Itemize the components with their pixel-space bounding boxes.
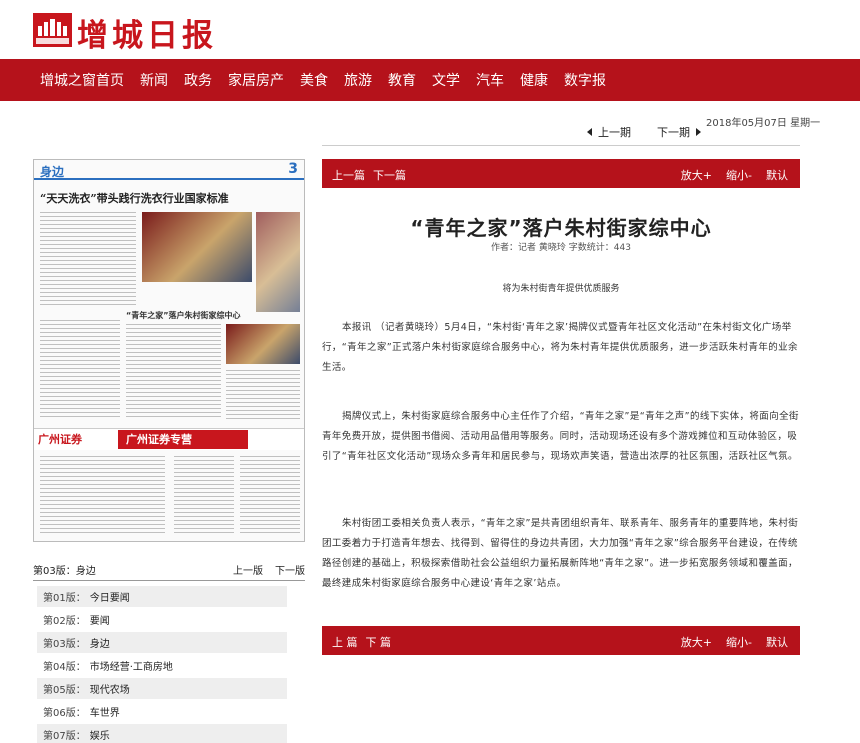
thumb-page-number: 3 xyxy=(288,161,298,177)
edition-item[interactable]: 第01版： 今日要闻 xyxy=(37,586,287,607)
nav-news[interactable]: 新闻 xyxy=(140,70,168,90)
thumb-text-block xyxy=(126,324,221,419)
nav-travel[interactable]: 旅游 xyxy=(344,70,372,90)
thumb-photo xyxy=(142,212,252,282)
next-issue-link[interactable]: 下一期 xyxy=(657,124,701,140)
edition-item[interactable]: 第03版： 身边 xyxy=(37,632,287,653)
edition-item[interactable]: 第04版： 市场经营·工商房地 xyxy=(37,655,287,676)
article-paragraph: 本报讯 （记者黄晓玲）5月4日，“朱村街‘青年之家’揭牌仪式暨青年社区文化活动”… xyxy=(322,322,798,373)
issue-date: 2018年05月07日 星期一 xyxy=(706,118,821,129)
thumb-text-block xyxy=(40,456,165,536)
prev-article-link[interactable]: 上 篇 xyxy=(332,634,358,650)
thumb-photo xyxy=(226,324,300,364)
next-edition-link[interactable]: 下一版 xyxy=(275,562,305,577)
nav-food[interactable]: 美食 xyxy=(300,70,328,90)
edition-bar: 第03版：身边 上一版 下一版 xyxy=(33,559,305,581)
default-size-button[interactable]: 默认 xyxy=(766,634,788,650)
site-logo-text[interactable]: 增城日报 xyxy=(77,10,217,55)
article-subtitle: 将为朱村街青年提供优质服务 xyxy=(502,284,620,294)
thumb-text-block xyxy=(40,212,136,307)
article-paragraph: 朱村街团工委相关负责人表示，“青年之家”是共青团组织青年、联系青年、服务青年的重… xyxy=(322,518,799,589)
thumb-text-block xyxy=(174,456,234,536)
edition-list: 第01版： 今日要闻 第02版： 要闻 第03版： 身边 第04版： 市场经营·工商房地… xyxy=(37,586,287,743)
prev-article-link[interactable]: 上一篇 xyxy=(332,167,365,183)
nav-government[interactable]: 政务 xyxy=(184,70,212,90)
edition-pager: 上一版 下一版 xyxy=(233,562,305,577)
next-article-link[interactable]: 下 篇 xyxy=(366,634,392,650)
article-title: “青年之家”落户朱村街家综中心 xyxy=(410,216,712,240)
divider xyxy=(322,145,800,146)
nav-literature[interactable]: 文学 xyxy=(432,70,460,90)
nav-epaper[interactable]: 数字报 xyxy=(564,70,606,90)
zoom-in-button[interactable]: 放大+ xyxy=(681,634,712,650)
next-article-link[interactable]: 下一篇 xyxy=(373,167,406,183)
zoom-out-button[interactable]: 缩小- xyxy=(726,167,752,183)
prev-edition-link[interactable]: 上一版 xyxy=(233,562,263,577)
nav-auto[interactable]: 汽车 xyxy=(476,70,504,90)
edition-item[interactable]: 第05版： 现代农场 xyxy=(37,678,287,699)
thumb-header: 身边 3 xyxy=(34,160,304,180)
issue-pager: 上一期 下一期 xyxy=(587,124,701,140)
thumb-text-block xyxy=(240,456,300,536)
ad-text: 广州证券 xyxy=(38,433,82,446)
thumb-text-block xyxy=(226,370,300,420)
thumb-headline: “天天洗衣”带头践行洗衣行业国家标准 xyxy=(40,192,229,205)
article-toolbar-bottom: 上 篇 下 篇 放大+ 缩小- 默认 xyxy=(322,626,800,655)
newspaper-page-thumbnail[interactable]: 身边 3 “天天洗衣”带头践行洗衣行业国家标准 “青年之家”落户朱村街家综中心 … xyxy=(33,159,305,542)
thumb-text-block xyxy=(40,320,120,420)
thumb-advertisement: 广州证券 广州证券专营 xyxy=(34,428,304,450)
zoom-out-button[interactable]: 缩小- xyxy=(726,634,752,650)
main-nav: 增城之窗首页 新闻 政务 家居房产 美食 旅游 教育 文学 汽车 健康 数字报 xyxy=(0,59,860,101)
default-size-button[interactable]: 默认 xyxy=(766,167,788,183)
chevron-right-icon xyxy=(696,128,701,136)
edition-item[interactable]: 第02版： 要闻 xyxy=(37,609,287,630)
nav-education[interactable]: 教育 xyxy=(388,70,416,90)
chevron-left-icon xyxy=(587,128,592,136)
nav-realestate[interactable]: 家居房产 xyxy=(228,70,284,90)
ad-banner: 广州证券专营 xyxy=(118,430,248,449)
article-toolbar-top: 上一篇 下一篇 放大+ 缩小- 默认 xyxy=(322,159,800,188)
zoom-in-button[interactable]: 放大+ xyxy=(681,167,712,183)
edition-item[interactable]: 第07版： 娱乐 xyxy=(37,724,287,743)
nav-home[interactable]: 增城之窗首页 xyxy=(40,70,124,90)
thumb-caption: “青年之家”落户朱村街家综中心 xyxy=(126,311,241,320)
edition-item[interactable]: 第06版： 车世界 xyxy=(37,701,287,722)
divider xyxy=(33,580,305,581)
article-meta: 作者：记者 黄晓玲 字数统计：443 xyxy=(491,243,631,253)
prev-issue-link[interactable]: 上一期 xyxy=(587,124,631,140)
current-edition-label: 第03版：身边 xyxy=(33,566,96,577)
nav-health[interactable]: 健康 xyxy=(520,70,548,90)
page: 增城日报 增城之窗首页 新闻 政务 家居房产 美食 旅游 教育 文学 汽车 健康… xyxy=(0,0,860,743)
article-paragraph: 揭牌仪式上，朱村街家庭综合服务中心主任作了介绍，“青年之家”是“青年之声”的线下… xyxy=(322,411,799,462)
thumb-photo xyxy=(256,212,300,312)
thumb-section-name: 身边 xyxy=(40,165,65,179)
logo-icon[interactable] xyxy=(33,13,72,47)
